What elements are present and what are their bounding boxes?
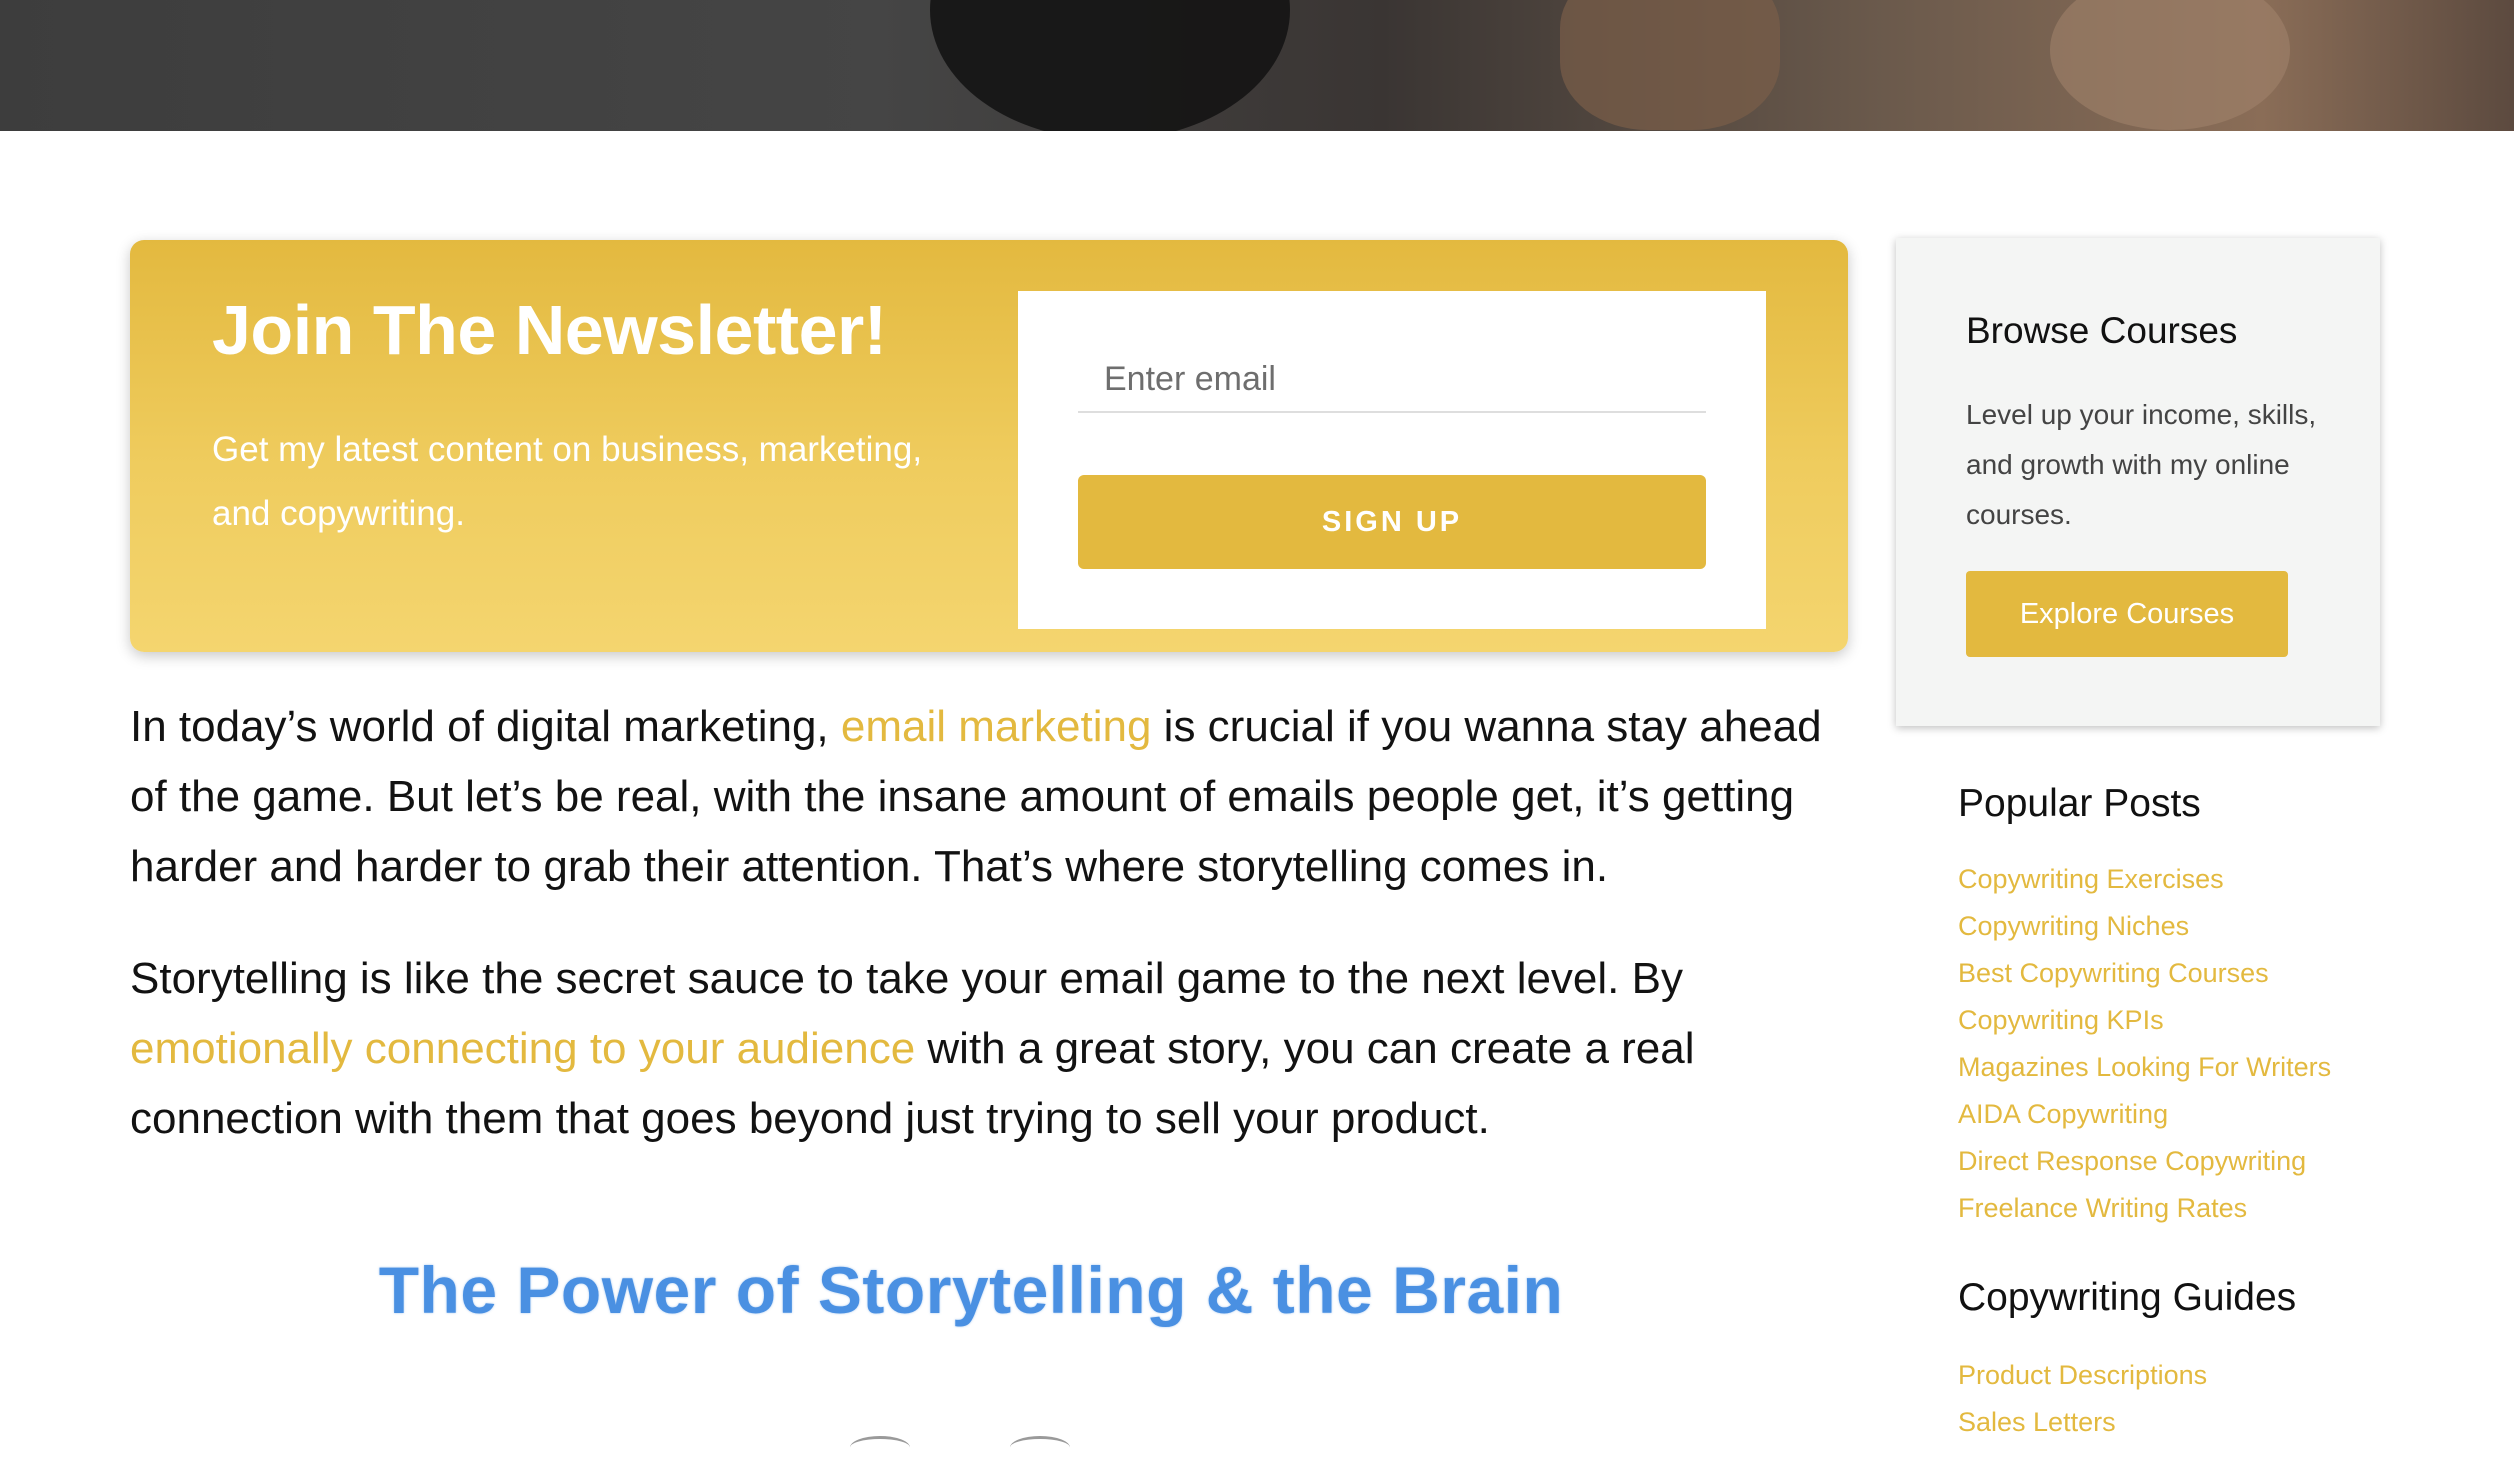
list-item: Copywriting Exercises — [1958, 856, 2331, 903]
emotionally-connecting-link[interactable]: emotionally connecting to your audience — [130, 1024, 915, 1073]
infographic-image — [820, 1436, 1100, 1466]
list-item: Product Descriptions — [1958, 1352, 2207, 1399]
list-item: Freelance Writing Rates — [1958, 1185, 2331, 1232]
popular-post-link[interactable]: Magazines Looking For Writers — [1958, 1052, 2331, 1082]
list-item: Magazines Looking For Writers — [1958, 1044, 2331, 1091]
sign-up-button[interactable]: SIGN UP — [1078, 475, 1706, 569]
popular-post-link[interactable]: AIDA Copywriting — [1958, 1099, 2168, 1129]
newsletter-description: Get my latest content on business, marke… — [212, 430, 923, 533]
article-paragraph: In today’s world of digital marketing, e… — [130, 692, 1860, 902]
popular-posts-list: Copywriting Exercises Copywriting Niches… — [1958, 856, 2331, 1232]
list-item: AIDA Copywriting — [1958, 1091, 2331, 1138]
guide-link[interactable]: Product Descriptions — [1958, 1360, 2207, 1390]
popular-post-link[interactable]: Freelance Writing Rates — [1958, 1193, 2247, 1223]
infographic-title: The Power of Storytelling & the Brain — [378, 1253, 1564, 1327]
popular-post-link[interactable]: Copywriting KPIs — [1958, 1005, 2164, 1035]
copywriting-guides-list: Product Descriptions Sales Letters — [1958, 1352, 2207, 1446]
popular-posts-heading: Popular Posts — [1958, 782, 2201, 825]
paragraph-text: Storytelling is like the secret sauce to… — [130, 954, 1683, 1003]
infographic-shape — [850, 1436, 910, 1459]
list-item: Copywriting Niches — [1958, 903, 2331, 950]
popular-post-link[interactable]: Best Copywriting Courses — [1958, 958, 2269, 988]
browse-courses-description: Level up your income, skills, and growth… — [1966, 399, 2317, 530]
newsletter-card: Join The Newsletter! Get my latest conte… — [130, 240, 1848, 652]
browse-courses-card: Browse Courses Level up your income, ski… — [1896, 238, 2380, 726]
newsletter-form: SIGN UP — [1018, 291, 1766, 629]
list-item: Direct Response Copywriting — [1958, 1138, 2331, 1185]
explore-courses-button[interactable]: Explore Courses — [1966, 571, 2288, 657]
copywriting-guides-heading: Copywriting Guides — [1958, 1276, 2297, 1319]
list-item: Copywriting KPIs — [1958, 997, 2331, 1044]
newsletter-title: Join The Newsletter! — [212, 291, 887, 369]
popular-post-link[interactable]: Copywriting Exercises — [1958, 864, 2224, 894]
hero-image-detail — [1560, 0, 1780, 130]
email-marketing-link[interactable]: email marketing — [841, 702, 1152, 751]
list-item: Sales Letters — [1958, 1399, 2207, 1446]
hero-image-person-silhouette — [930, 0, 1290, 131]
paragraph-text: In today’s world of digital marketing, — [130, 702, 841, 751]
list-item: Best Copywriting Courses — [1958, 950, 2331, 997]
email-input[interactable] — [1078, 353, 1706, 413]
infographic-shape — [1010, 1436, 1070, 1459]
browse-courses-title: Browse Courses — [1966, 310, 2238, 351]
popular-post-link[interactable]: Direct Response Copywriting — [1958, 1146, 2306, 1176]
article-paragraph: Storytelling is like the secret sauce to… — [130, 944, 1860, 1154]
hero-image — [0, 0, 2514, 131]
popular-post-link[interactable]: Copywriting Niches — [1958, 911, 2189, 941]
hero-image-detail — [2050, 0, 2290, 130]
guide-link[interactable]: Sales Letters — [1958, 1407, 2116, 1437]
